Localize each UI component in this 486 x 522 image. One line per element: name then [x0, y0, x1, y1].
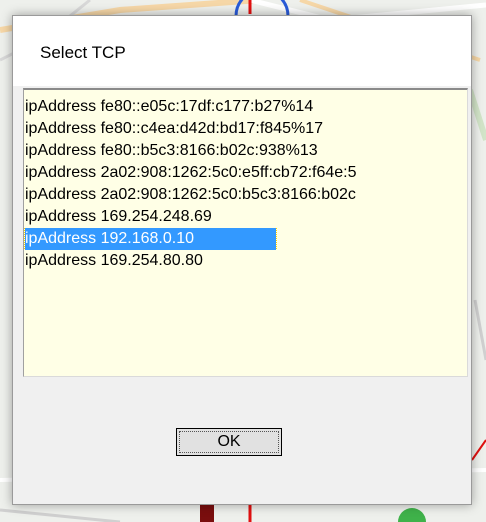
list-item[interactable]: ipAddress fe80::c4ea:d42d:bd17:f845%17 [24, 118, 467, 140]
list-item-label: ipAddress 2a02:908:1262:5c0:b5c3:8166:b0… [25, 186, 356, 203]
list-item[interactable]: ipAddress fe80::e05c:17df:c177:b27%14 [24, 96, 467, 118]
list-item-label: ipAddress fe80::e05c:17df:c177:b27%14 [25, 98, 314, 115]
list-item-label: ipAddress 2a02:908:1262:5c0:e5ff:cb72:f6… [25, 164, 357, 181]
list-item-label: ipAddress 192.168.0.10 [24, 228, 277, 250]
list-item-label: ipAddress 169.254.248.69 [25, 208, 212, 225]
ip-address-list: ipAddress fe80::e05c:17df:c177:b27%14ipA… [24, 96, 467, 272]
list-item-label: ipAddress fe80::c4ea:d42d:bd17:f845%17 [25, 120, 324, 137]
dialog-title: Select TCP [40, 43, 126, 62]
list-item[interactable]: ipAddress 169.254.248.69 [24, 206, 467, 228]
list-item[interactable]: ipAddress 2a02:908:1262:5c0:e5ff:cb72:f6… [24, 162, 467, 184]
ip-address-listbox[interactable]: ipAddress fe80::e05c:17df:c177:b27%14ipA… [23, 88, 468, 377]
list-item[interactable]: ipAddress 192.168.0.10 [24, 228, 467, 250]
list-item[interactable]: ipAddress 2a02:908:1262:5c0:b5c3:8166:b0… [24, 184, 467, 206]
ok-button[interactable]: OK [176, 428, 282, 456]
list-item-label: ipAddress 169.254.80.80 [25, 252, 203, 269]
ok-button-label: OK [179, 431, 279, 453]
list-item[interactable]: ipAddress fe80::b5c3:8166:b02c:938%13 [24, 140, 467, 162]
select-tcp-dialog: Select TCP ipAddress fe80::e05c:17df:c17… [12, 15, 472, 505]
dialog-title-bar: Select TCP [13, 16, 471, 86]
list-item-label: ipAddress fe80::b5c3:8166:b02c:938%13 [25, 142, 318, 159]
list-item[interactable]: ipAddress 169.254.80.80 [24, 250, 467, 272]
